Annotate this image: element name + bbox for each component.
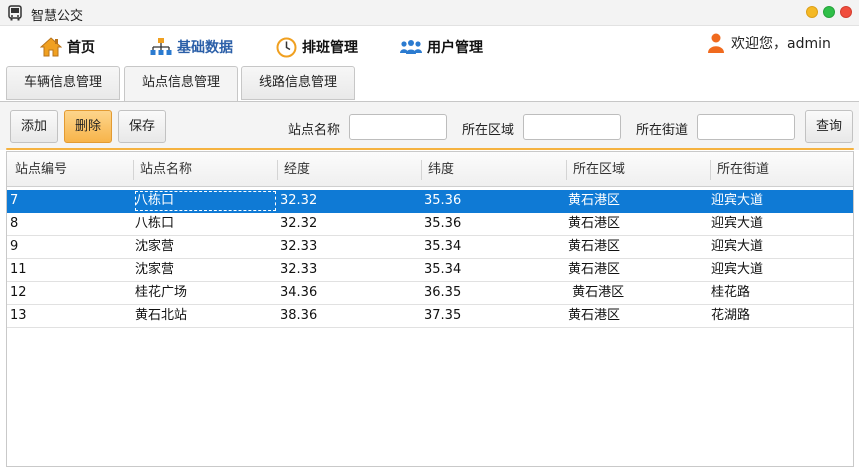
- cell-street: 花湖路: [711, 308, 751, 323]
- cell-district: 黄石港区: [568, 239, 621, 254]
- delete-button[interactable]: 删除: [64, 110, 112, 143]
- user-icon: [708, 33, 724, 53]
- bus-icon: [8, 5, 22, 21]
- column-divider: [421, 160, 422, 180]
- cell-latitude: 37.35: [424, 308, 462, 323]
- cell-street: 迎宾大道: [711, 216, 764, 231]
- window-title: 智慧公交: [31, 9, 84, 24]
- clock-icon: [276, 37, 297, 57]
- cell-longitude: 34.36: [280, 285, 318, 300]
- close-button[interactable]: [840, 6, 852, 18]
- nav-basic-data[interactable]: 基础数据: [150, 36, 233, 58]
- cell-longitude: 32.32: [280, 193, 318, 208]
- cell-station-name[interactable]: 黄石北站: [135, 305, 187, 327]
- district-input[interactable]: [523, 114, 621, 140]
- nav-user-management[interactable]: 用户管理: [400, 36, 483, 58]
- cell-district: 黄石港区: [568, 193, 621, 208]
- cell-longitude: 32.33: [280, 239, 318, 254]
- hierarchy-icon: [150, 38, 172, 55]
- cell-station-name[interactable]: 沈家营: [135, 236, 174, 258]
- cell-district: 黄石港区: [568, 308, 621, 323]
- table-row[interactable]: 8 八栋口 32.32 35.36 黄石港区 迎宾大道: [7, 213, 853, 236]
- tab-vehicle-info[interactable]: 车辆信息管理: [6, 66, 120, 100]
- district-label: 所在区域: [462, 123, 515, 138]
- column-divider: [710, 160, 711, 180]
- cell-latitude: 35.34: [424, 239, 462, 254]
- cell-station-id: 7: [10, 193, 19, 208]
- welcome-text: 欢迎您，admin: [731, 36, 831, 52]
- column-header-district[interactable]: 所在区域: [569, 152, 625, 187]
- tab-route-info[interactable]: 线路信息管理: [241, 66, 355, 100]
- column-divider: [133, 160, 134, 180]
- table-row[interactable]: 12 桂花广场 34.36 36.35 黄石港区 桂花路: [7, 282, 853, 305]
- column-header-station-id[interactable]: 站点编号: [11, 152, 67, 187]
- table-header: 站点编号 站点名称 经度 纬度 所在区域 所在街道: [7, 152, 853, 187]
- cell-latitude: 36.35: [424, 285, 462, 300]
- nav-scheduling-label: 排班管理: [302, 40, 358, 56]
- cell-district: 黄石港区: [568, 216, 621, 231]
- table-row[interactable]: 9 沈家营 32.33 35.34 黄石港区 迎宾大道: [7, 236, 853, 259]
- column-header-station-name[interactable]: 站点名称: [136, 152, 192, 187]
- station-table: 站点编号 站点名称 经度 纬度 所在区域 所在街道 7 八栋口 32.32 35…: [6, 151, 854, 467]
- cell-longitude: 32.32: [280, 216, 318, 231]
- station-name-label: 站点名称: [288, 123, 341, 138]
- query-button[interactable]: 查询: [805, 110, 853, 143]
- nav-user-management-label: 用户管理: [427, 40, 483, 56]
- users-icon: [400, 40, 422, 54]
- cell-latitude: 35.36: [424, 216, 462, 231]
- cell-district: 黄石港区: [568, 285, 625, 300]
- cell-district: 黄石港区: [568, 262, 621, 277]
- add-button[interactable]: 添加: [10, 110, 58, 143]
- tab-strip: 车辆信息管理 站点信息管理 线路信息管理: [0, 66, 859, 102]
- maximize-button[interactable]: [823, 6, 835, 18]
- save-button[interactable]: 保存: [118, 110, 166, 143]
- cell-longitude: 32.33: [280, 262, 318, 277]
- column-header-street[interactable]: 所在街道: [713, 152, 769, 187]
- cell-station-id: 9: [10, 239, 19, 254]
- top-navigation: 首页 基础数据 排班管理 用户管理 欢迎您，admin: [0, 27, 859, 65]
- table-row[interactable]: 11 沈家营 32.33 35.34 黄石港区 迎宾大道: [7, 259, 853, 282]
- table-row[interactable]: 7 八栋口 32.32 35.36 黄石港区 迎宾大道: [7, 190, 853, 213]
- title-bar: 智慧公交: [0, 0, 859, 26]
- nav-basic-data-label: 基础数据: [177, 40, 233, 56]
- station-name-input[interactable]: [349, 114, 447, 140]
- nav-home-label: 首页: [67, 40, 95, 56]
- cell-station-name[interactable]: 桂花广场: [135, 282, 187, 304]
- cell-station-id: 13: [10, 308, 27, 323]
- minimize-button[interactable]: [806, 6, 818, 18]
- cell-longitude: 38.36: [280, 308, 318, 323]
- cell-street: 迎宾大道: [711, 239, 764, 254]
- cell-station-id: 12: [10, 285, 27, 300]
- cell-station-name[interactable]: 沈家营: [135, 259, 174, 281]
- home-icon: [40, 37, 62, 57]
- cell-station-name[interactable]: 八栋口: [135, 213, 174, 235]
- street-label: 所在街道: [636, 123, 689, 138]
- column-divider: [277, 160, 278, 180]
- cell-street: 桂花路: [711, 285, 751, 300]
- cell-street: 迎宾大道: [711, 193, 764, 208]
- tab-station-info[interactable]: 站点信息管理: [124, 66, 238, 102]
- cell-station-id: 11: [10, 262, 27, 277]
- cell-latitude: 35.34: [424, 262, 462, 277]
- street-input[interactable]: [697, 114, 795, 140]
- table-row[interactable]: 13 黄石北站 38.36 37.35 黄石港区 花湖路: [7, 305, 853, 328]
- column-header-latitude[interactable]: 纬度: [424, 152, 454, 187]
- nav-scheduling[interactable]: 排班管理: [276, 36, 358, 58]
- welcome-area: 欢迎您，admin: [708, 32, 831, 54]
- cell-street: 迎宾大道: [711, 262, 764, 277]
- column-divider: [566, 160, 567, 180]
- toolbar: 添加 删除 保存 站点名称 所在区域 所在街道 查询: [0, 102, 859, 150]
- nav-home[interactable]: 首页: [40, 36, 95, 58]
- cell-station-id: 8: [10, 216, 19, 231]
- cell-latitude: 35.36: [424, 193, 462, 208]
- column-header-longitude[interactable]: 经度: [280, 152, 310, 187]
- cell-focus-indicator: [135, 191, 276, 211]
- toolbar-accent-line: [6, 148, 854, 150]
